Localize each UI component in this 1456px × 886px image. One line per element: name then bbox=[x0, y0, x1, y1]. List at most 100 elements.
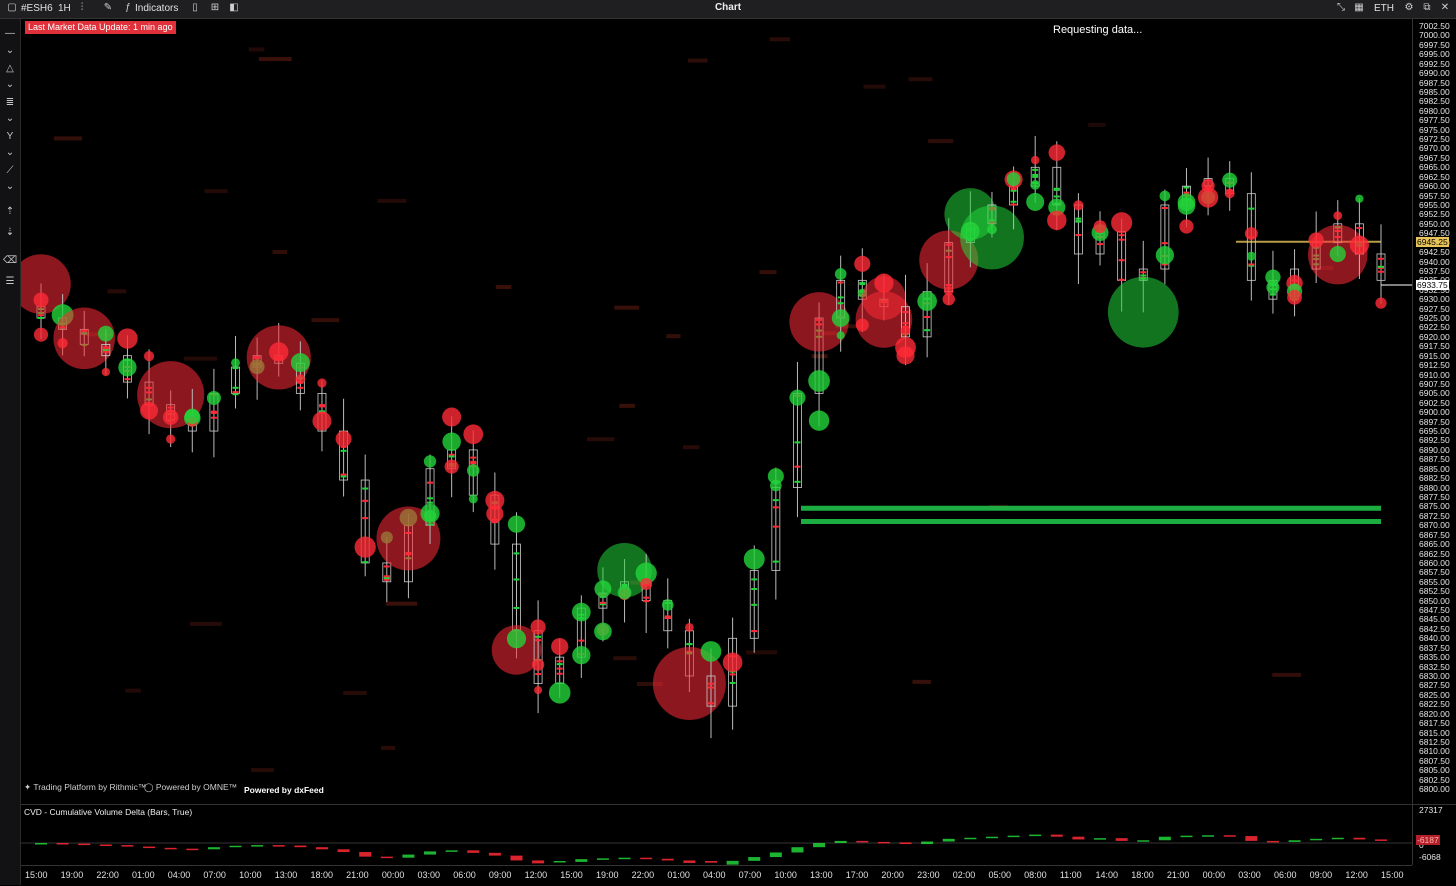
market-data-update-badge: Last Market Data Update: 1 min ago bbox=[25, 21, 176, 34]
heatmap-cell bbox=[258, 57, 292, 62]
template-icon[interactable]: ▯ bbox=[189, 2, 201, 14]
time-tick-label: 00:00 bbox=[1202, 870, 1226, 880]
time-tick-label: 20:00 bbox=[881, 870, 904, 880]
price-tick-label: 6870.00 bbox=[1419, 520, 1450, 531]
cvd-bar bbox=[186, 848, 199, 851]
line-tool-icon[interactable]: — bbox=[3, 27, 17, 41]
footprint-cell bbox=[38, 314, 44, 317]
chart-type-icon[interactable]: ⫶ bbox=[76, 2, 88, 14]
time-tick-label: 12:00 bbox=[524, 870, 548, 880]
chevron-down-icon[interactable]: ⌄ bbox=[3, 146, 17, 160]
omne-watermark: ◯ Powered by OMNE™ bbox=[144, 782, 238, 792]
time-tick-label: 04:00 bbox=[703, 870, 726, 880]
volume-bubble bbox=[836, 331, 845, 340]
heatmap-cell bbox=[311, 318, 340, 323]
time-tick-label: 23:00 bbox=[917, 870, 940, 880]
cvd-title: CVD - Cumulative Volume Delta (Bars, Tru… bbox=[24, 807, 193, 817]
cvd-bar bbox=[964, 837, 977, 840]
footprint-cell bbox=[772, 560, 779, 563]
heatmap-cell bbox=[343, 690, 367, 695]
volume-bubble bbox=[854, 255, 871, 272]
ruler-tool-icon[interactable]: ⟋ bbox=[3, 164, 17, 178]
footprint-cell bbox=[686, 643, 693, 646]
volume-bubble bbox=[1026, 192, 1045, 211]
interval-selector[interactable]: 1H bbox=[58, 2, 71, 16]
short-position-icon[interactable]: ⇣ bbox=[3, 226, 17, 240]
cvd-bar bbox=[229, 845, 242, 848]
footprint-cell bbox=[924, 329, 931, 332]
volume-bubble bbox=[594, 622, 612, 641]
footprint-cell bbox=[1118, 278, 1125, 281]
footprint-cell bbox=[643, 600, 650, 603]
volume-bubble bbox=[312, 411, 332, 431]
eraser-icon[interactable]: ⌫ bbox=[3, 254, 17, 268]
time-axis[interactable]: 15:00 19:00 22:00 01:00 04:00 07:00 10:00 13:00… bbox=[21, 865, 1412, 886]
chevron-down-icon[interactable]: ⌄ bbox=[3, 180, 17, 194]
volume-bubble bbox=[423, 509, 437, 522]
price-tick-label: 6840.00 bbox=[1419, 633, 1450, 644]
cvd-bar bbox=[1072, 836, 1085, 840]
link-icon[interactable]: ⧉ bbox=[1421, 2, 1433, 14]
cvd-panel[interactable]: CVD - Cumulative Volume Delta (Bars, Tru… bbox=[21, 804, 1412, 865]
cvd-bar bbox=[1223, 835, 1236, 837]
footprint-cell bbox=[599, 601, 606, 604]
cvd-bar bbox=[813, 843, 826, 848]
chevron-down-icon[interactable]: ⌄ bbox=[3, 78, 17, 92]
footprint-cell bbox=[427, 481, 434, 484]
long-position-icon[interactable]: ⇡ bbox=[3, 205, 17, 219]
price-tick-label: 6810.00 bbox=[1419, 746, 1450, 757]
price-tick-label: 6835.00 bbox=[1419, 652, 1450, 663]
close-icon[interactable]: ✕ bbox=[1439, 2, 1451, 14]
pitchfork-tool-icon[interactable]: Y bbox=[3, 130, 17, 144]
footprint-cell bbox=[340, 473, 347, 476]
cvd-bar bbox=[1310, 838, 1323, 841]
volume-bubble bbox=[442, 432, 461, 451]
window-menu-icon[interactable]: ▢ bbox=[6, 2, 18, 14]
price-axis[interactable]: 7002.50 7000.00 6997.50 6995.00 6992.50 6990.… bbox=[1412, 19, 1456, 804]
layout-icon[interactable]: ⊞ bbox=[209, 2, 221, 14]
cvd-canvas[interactable] bbox=[21, 805, 1412, 865]
cvd-bar bbox=[618, 857, 631, 860]
cvd-bar bbox=[942, 838, 955, 842]
price-tick-label: 6800.00 bbox=[1419, 784, 1450, 795]
cvd-axis[interactable]: 27317 0 -6187 -6068 bbox=[1412, 804, 1456, 865]
footprint-cell bbox=[556, 663, 563, 666]
calendar-icon[interactable]: ▦ bbox=[1353, 2, 1365, 14]
price-tick-label: 6917.50 bbox=[1419, 341, 1450, 352]
volume-bubble bbox=[1179, 219, 1194, 234]
footprint-cell bbox=[383, 578, 390, 581]
object-list-icon[interactable]: ☰ bbox=[3, 275, 17, 289]
footprint-cell bbox=[859, 283, 866, 286]
price-chart[interactable] bbox=[21, 19, 1412, 804]
cvd-bar bbox=[596, 858, 609, 860]
time-tick-label: 07:00 bbox=[738, 870, 762, 880]
volume-bubble bbox=[231, 358, 240, 368]
chevron-down-icon[interactable]: ⌄ bbox=[3, 44, 17, 58]
footprint-cell bbox=[535, 635, 542, 638]
volume-bubble bbox=[1155, 246, 1174, 265]
footprint-cell bbox=[1161, 206, 1168, 209]
heatmap-cell bbox=[189, 621, 222, 626]
volume-bubble bbox=[571, 602, 591, 622]
chevron-down-icon[interactable]: ⌄ bbox=[3, 112, 17, 126]
cvd-bar bbox=[337, 849, 350, 853]
volume-bubble bbox=[468, 494, 478, 504]
cvd-bar bbox=[640, 857, 653, 860]
panel-toggle-icon[interactable]: ◧ bbox=[228, 2, 240, 14]
footprint-cell bbox=[751, 587, 758, 590]
fib-tool-icon[interactable]: ≣ bbox=[3, 96, 17, 110]
time-tick-label: 08:00 bbox=[1024, 870, 1047, 880]
triangle-tool-icon[interactable]: △ bbox=[3, 62, 17, 76]
indicators-button[interactable]: Indicators bbox=[135, 2, 178, 16]
session-selector[interactable]: ETH bbox=[1374, 2, 1394, 16]
time-tick-label: 11:00 bbox=[1059, 870, 1082, 880]
compress-icon[interactable]: ⤡ bbox=[1335, 2, 1347, 14]
indicators-icon[interactable]: ƒ bbox=[122, 2, 134, 14]
settings-icon[interactable]: ⚙ bbox=[1403, 2, 1415, 14]
pencil-icon[interactable]: ✎ bbox=[102, 2, 114, 14]
cvd-bar bbox=[1158, 836, 1171, 841]
cvd-bar bbox=[272, 845, 285, 847]
chart-canvas[interactable] bbox=[21, 19, 1412, 804]
symbol-selector[interactable]: #ESH6 bbox=[21, 2, 53, 16]
price-tick-label: 6995.00 bbox=[1419, 49, 1450, 60]
